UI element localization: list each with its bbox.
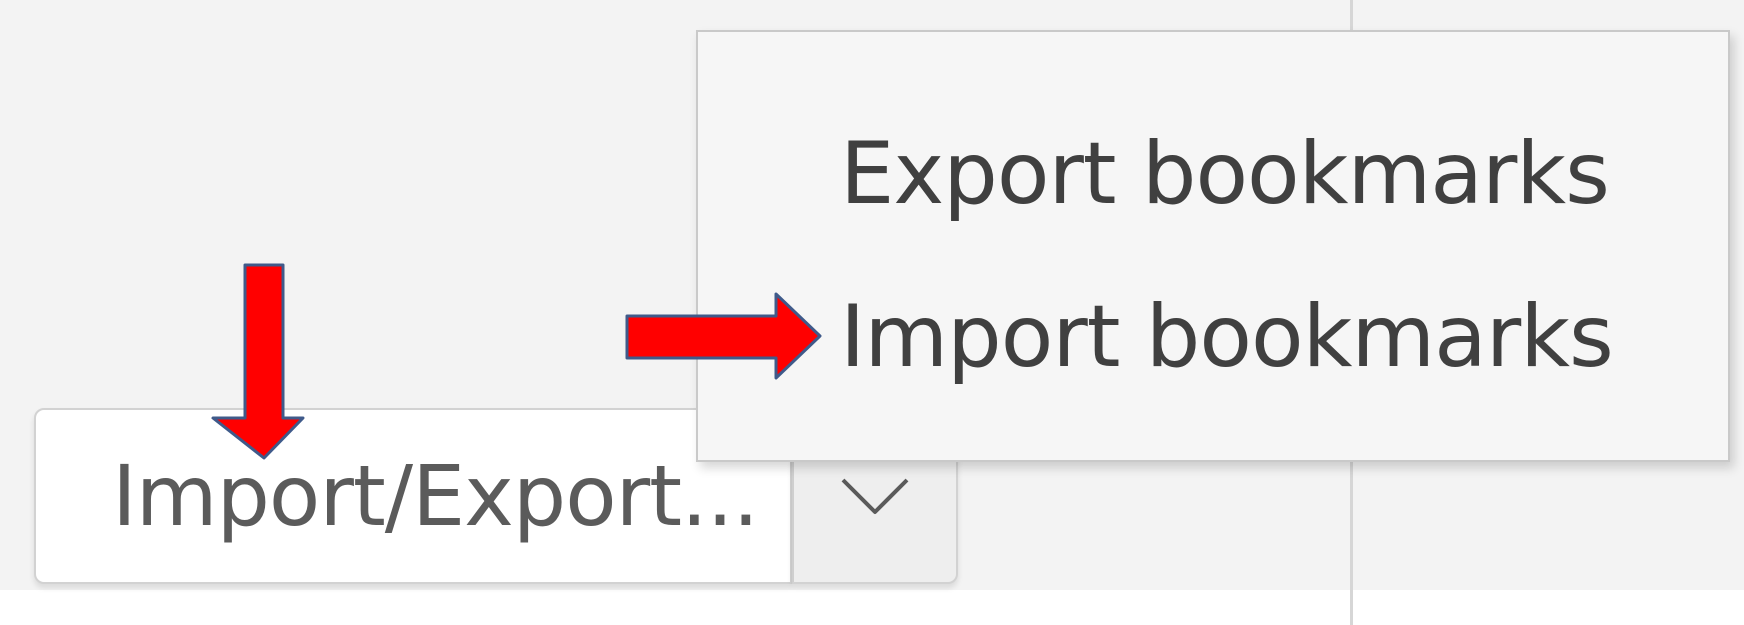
import-export-menu: Export bookmarks Import bookmarks <box>696 30 1730 462</box>
menu-item-export-bookmarks[interactable]: Export bookmarks <box>840 124 1610 224</box>
menu-item-import-bookmarks[interactable]: Import bookmarks <box>840 287 1614 387</box>
import-export-button[interactable]: Import/Export... <box>34 408 792 584</box>
chevron-down-icon <box>841 478 909 514</box>
bookmarks-manager-area: Import/Export... Export bookmarks Import… <box>0 0 1744 625</box>
bottom-strip <box>0 590 1744 625</box>
red-arrow-down-icon <box>211 263 305 460</box>
red-arrow-right-icon <box>625 292 822 380</box>
